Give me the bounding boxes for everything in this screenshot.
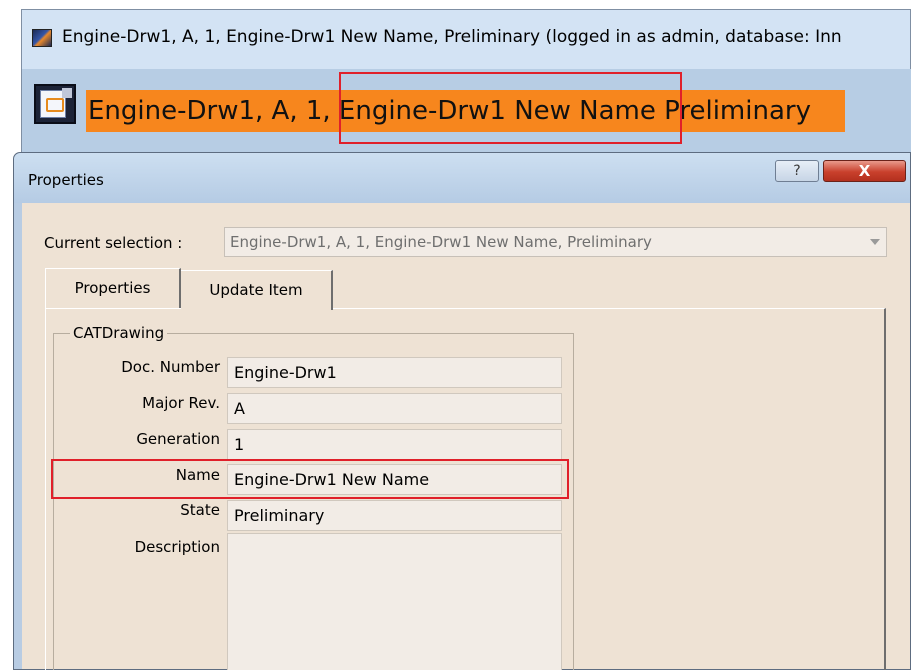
- tab-update-item[interactable]: Update Item: [181, 270, 333, 310]
- tab-properties[interactable]: Properties: [45, 268, 181, 308]
- doc-number-field[interactable]: Engine-Drw1: [227, 357, 562, 388]
- name-label: Name: [175, 466, 220, 484]
- group-label: CATDrawing: [70, 324, 168, 342]
- name-field[interactable]: Engine-Drw1 New Name: [227, 464, 562, 495]
- generation-label: Generation: [136, 430, 220, 448]
- description-field[interactable]: [227, 533, 562, 670]
- description-label: Description: [134, 538, 220, 556]
- corner-graphic: [62, 88, 72, 98]
- chevron-down-icon[interactable]: [870, 239, 880, 245]
- doc-number-label: Doc. Number: [121, 358, 220, 376]
- app-icon: [32, 29, 52, 47]
- current-selection-value: Engine-Drw1, A, 1, Engine-Drw1 New Name,…: [230, 233, 652, 251]
- document-name-banner[interactable]: Engine-Drw1, A, 1, Engine-Drw1 New Name …: [86, 90, 845, 132]
- generation-field[interactable]: 1: [227, 429, 562, 460]
- catdrawing-document-icon[interactable]: [34, 84, 76, 124]
- major-rev-label: Major Rev.: [142, 394, 220, 412]
- current-selection-combo[interactable]: Engine-Drw1, A, 1, Engine-Drw1 New Name,…: [224, 227, 887, 257]
- dialog-title: Properties: [28, 171, 104, 189]
- major-rev-field[interactable]: A: [227, 393, 562, 424]
- close-button[interactable]: X: [823, 160, 906, 182]
- current-selection-label: Current selection :: [44, 234, 183, 252]
- state-field[interactable]: Preliminary: [227, 500, 562, 531]
- app-window-title: Engine-Drw1, A, 1, Engine-Drw1 New Name,…: [62, 27, 842, 47]
- state-label: State: [180, 501, 220, 519]
- help-button[interactable]: ?: [775, 160, 819, 182]
